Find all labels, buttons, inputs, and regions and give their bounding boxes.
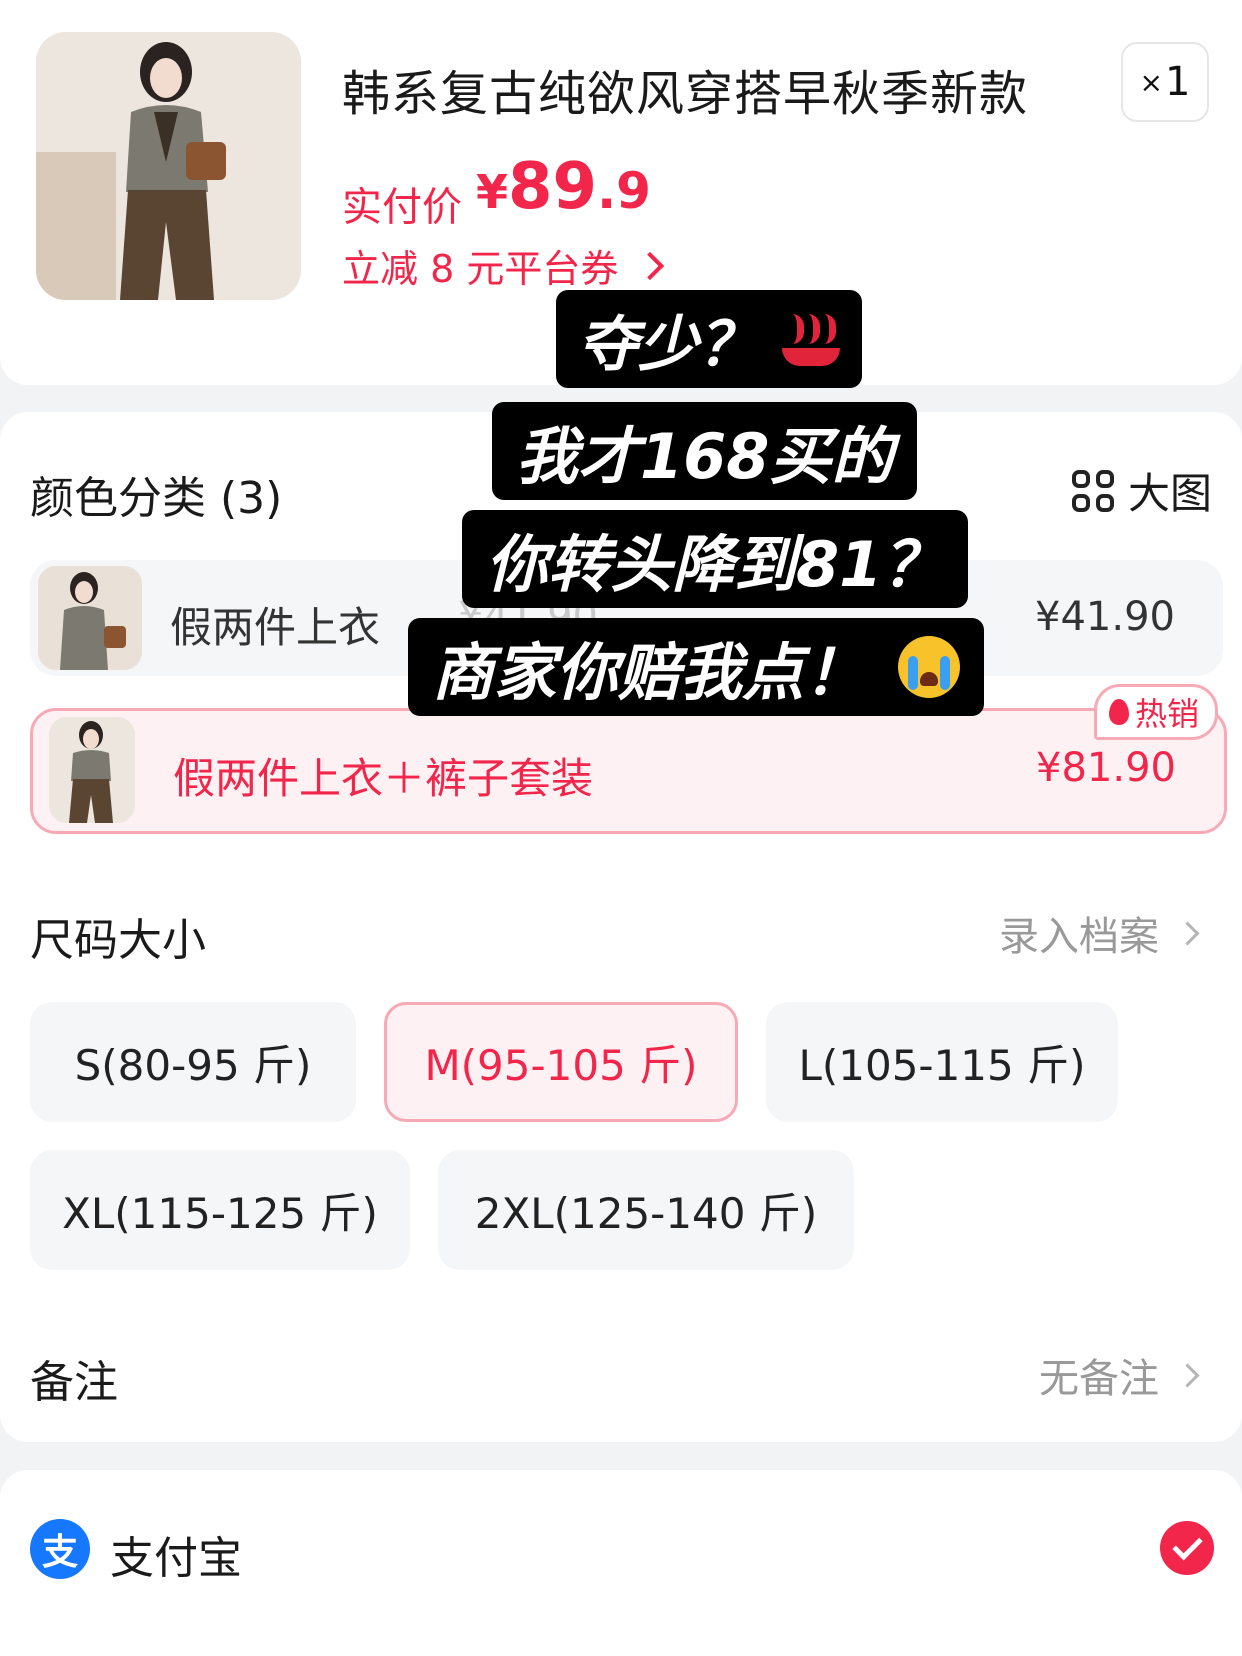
hot-springs-emoji-icon xyxy=(782,312,840,366)
size-option-s[interactable]: S(80-95 斤) xyxy=(30,1002,356,1122)
caption-line-2: 我才168买的 xyxy=(492,402,918,500)
price-decimal: .9 xyxy=(597,162,651,220)
size-section-title: 尺码大小 xyxy=(30,915,206,966)
hot-sale-label: 热销 xyxy=(1135,695,1200,733)
color-section-title: 颜色分类 (3) xyxy=(30,473,283,524)
chevron-right-icon xyxy=(1175,1362,1200,1388)
option-thumbnail xyxy=(38,566,142,670)
remark-link[interactable]: 无备注 xyxy=(1039,1346,1200,1404)
price-label: 实付价 xyxy=(342,184,462,231)
caption-line-1: 夺少？ xyxy=(556,290,862,388)
size-option-xl[interactable]: XL(115-125 斤) xyxy=(30,1150,410,1270)
crying-face-emoji-icon xyxy=(898,636,961,698)
grid-icon xyxy=(1071,469,1114,512)
caption-line-3: 你转头降到81？ xyxy=(462,510,969,608)
caption-text-4: 商家你赔我点！ xyxy=(432,636,867,709)
alipay-icon: 支 xyxy=(30,1519,90,1579)
price-currency: ¥ xyxy=(476,165,509,219)
flame-icon xyxy=(1109,699,1129,725)
qty-value: 1 xyxy=(1165,59,1191,105)
final-price: 实付价 ¥89.9 xyxy=(342,150,651,233)
caption-text-1: 夺少？ xyxy=(578,309,758,380)
remark-title: 备注 xyxy=(30,1357,118,1408)
chevron-right-icon xyxy=(636,251,665,280)
option-thumbnail xyxy=(49,717,135,823)
size-option-l[interactable]: L(105-115 斤) xyxy=(766,1002,1118,1122)
option-name: 假两件上衣 xyxy=(170,603,381,652)
product-title: 韩系复古纯欲风穿搭早秋季新款 xyxy=(342,66,1029,122)
caption-line-4: 商家你赔我点！ xyxy=(408,618,985,716)
remark-value: 无备注 xyxy=(1039,1356,1159,1402)
option-name: 假两件上衣＋裤子套装 xyxy=(173,754,594,803)
hot-sale-badge: 热销 xyxy=(1094,684,1219,740)
coupon-text: 立减 8 元平台券 xyxy=(342,247,619,291)
view-large-label: 大图 xyxy=(1127,469,1212,518)
size-option-2xl[interactable]: 2XL(125-140 斤) xyxy=(438,1150,854,1270)
qty-prefix: × xyxy=(1139,65,1163,99)
option-price: ¥41.90 xyxy=(1035,594,1175,640)
checkmark-icon[interactable] xyxy=(1160,1521,1214,1575)
quantity-stepper[interactable]: × 1 xyxy=(1121,42,1209,122)
size-profile-label: 录入档案 xyxy=(999,914,1159,960)
view-large-button[interactable]: 大图 xyxy=(1071,460,1212,521)
product-photo xyxy=(36,32,301,300)
product-image[interactable] xyxy=(36,32,301,300)
size-profile-link[interactable]: 录入档案 xyxy=(999,904,1200,962)
payment-method-label: 支付宝 xyxy=(110,1533,242,1584)
size-option-m[interactable]: M(95-105 斤) xyxy=(384,1002,738,1122)
coupon-link[interactable]: 立减 8 元平台券 xyxy=(342,238,665,293)
color-option-set-selected[interactable]: 假两件上衣＋裤子套装 ¥81.90 xyxy=(30,708,1227,834)
option-price: ¥81.90 xyxy=(1036,745,1176,791)
price-integer: 89 xyxy=(508,150,598,224)
chevron-right-icon xyxy=(1175,920,1200,946)
